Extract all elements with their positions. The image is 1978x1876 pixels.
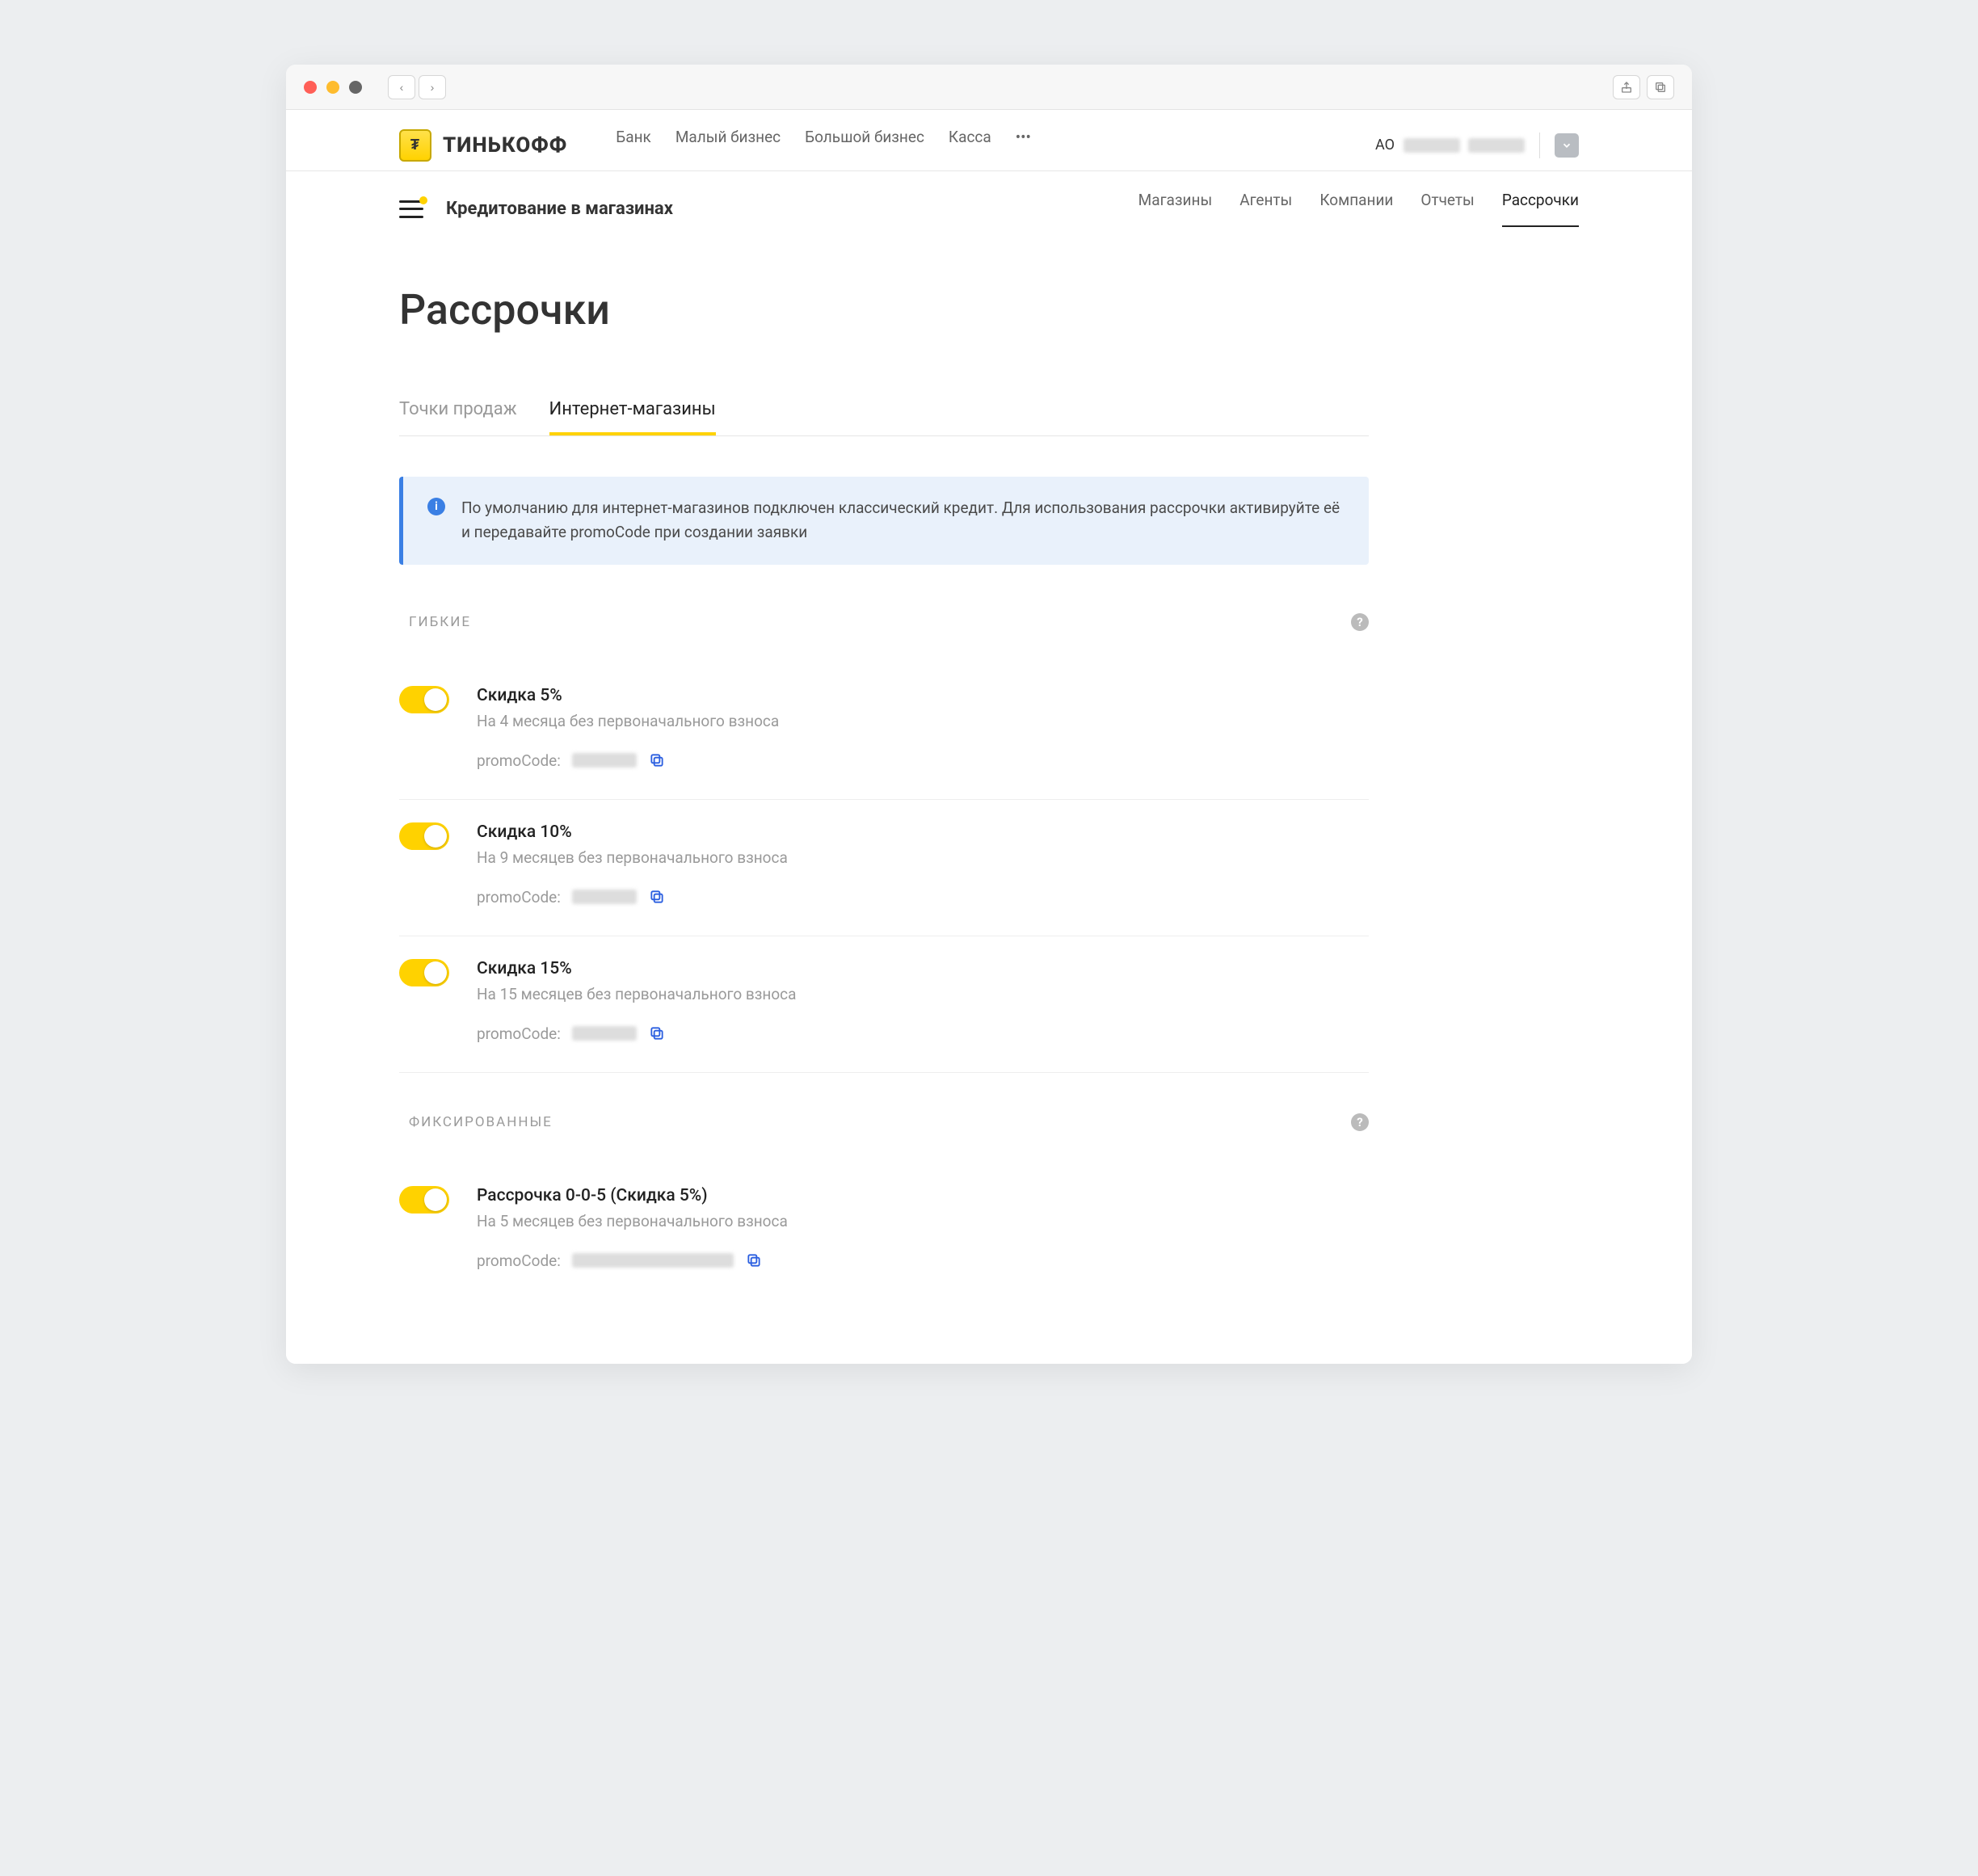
plan-row: Рассрочка 0-0-5 (Скидка 5%) На 5 месяцев… [399, 1163, 1369, 1299]
tab-points-of-sale[interactable]: Точки продаж [399, 399, 517, 435]
plan-subtitle: На 4 месяца без первоначального взноса [477, 712, 1369, 730]
help-icon[interactable]: ? [1351, 1113, 1369, 1131]
promo-code-redacted [572, 1026, 637, 1041]
sub-navigation: Кредитование в магазинах Магазины Агенты… [286, 171, 1692, 237]
plan-toggle[interactable] [399, 1186, 449, 1214]
plan-title: Скидка 15% [477, 959, 1369, 978]
titlebar-right [1613, 75, 1674, 99]
subnav-link-reports[interactable]: Отчеты [1420, 191, 1474, 227]
section-header-flexible: ГИБКИЕ ? [399, 613, 1369, 631]
copy-button[interactable] [648, 888, 666, 906]
info-banner-text: По умолчанию для интернет-магазинов подк… [461, 496, 1345, 545]
info-icon: i [427, 498, 445, 515]
plan-toggle[interactable] [399, 959, 449, 986]
maximize-window-button[interactable] [349, 81, 362, 94]
section-label-flexible: ГИБКИЕ [409, 614, 471, 630]
plan-toggle[interactable] [399, 686, 449, 713]
copy-button[interactable] [745, 1251, 763, 1269]
plan-toggle[interactable] [399, 822, 449, 850]
browser-window: ‹ › ₮ ТИНЬКОФФ Банк Малый бизнес Большой… [286, 65, 1692, 1364]
promo-label: promoCode: [477, 1251, 561, 1270]
topnav-link-small-business[interactable]: Малый бизнес [675, 128, 781, 162]
brand-name: ТИНЬКОФФ [443, 133, 567, 158]
page-tabs: Точки продаж Интернет-магазины [399, 399, 1369, 436]
page-body: Рассрочки Точки продаж Интернет-магазины… [286, 237, 1692, 1364]
account-dropdown-button[interactable] [1555, 133, 1579, 158]
plan-title: Скидка 5% [477, 686, 1369, 705]
promo-label: promoCode: [477, 751, 561, 770]
back-button[interactable]: ‹ [388, 75, 415, 99]
promo-row: promoCode: [477, 888, 1369, 906]
close-window-button[interactable] [304, 81, 317, 94]
tab-online-stores[interactable]: Интернет-магазины [549, 399, 716, 435]
page-title: Рассрочки [399, 285, 1369, 334]
promo-code-redacted [572, 1253, 734, 1268]
copy-button[interactable] [648, 1024, 666, 1042]
promo-label: promoCode: [477, 888, 561, 906]
subnav-links: Магазины Агенты Компании Отчеты Рассрочк… [1138, 191, 1579, 227]
window-titlebar: ‹ › [286, 65, 1692, 110]
logo-badge-icon: ₮ [399, 129, 431, 162]
subnav-link-agents[interactable]: Агенты [1239, 191, 1292, 227]
plan-title: Скидка 10% [477, 822, 1369, 842]
subnav-title: Кредитование в магазинах [446, 199, 673, 219]
menu-button[interactable] [399, 200, 423, 218]
subnav-link-companies[interactable]: Компании [1319, 191, 1393, 227]
plan-title: Рассрочка 0-0-5 (Скидка 5%) [477, 1186, 1369, 1205]
plan-subtitle: На 9 месяцев без первоначального взноса [477, 848, 1369, 867]
info-banner: i По умолчанию для интернет-магазинов по… [399, 477, 1369, 565]
topnav-link-bank[interactable]: Банк [616, 128, 651, 162]
account-label: АО [1375, 137, 1525, 154]
account-area: АО [1375, 132, 1579, 158]
minimize-window-button[interactable] [326, 81, 339, 94]
copy-button[interactable] [648, 751, 666, 769]
topnav-more-button[interactable]: ••• [1016, 128, 1031, 162]
brand-logo[interactable]: ₮ ТИНЬКОФФ [399, 129, 567, 162]
plan-subtitle: На 15 месяцев без первоначального взноса [477, 985, 1369, 1003]
help-icon[interactable]: ? [1351, 613, 1369, 631]
promo-code-redacted [572, 890, 637, 904]
topnav-link-kassa[interactable]: Касса [949, 128, 991, 162]
tabs-button[interactable] [1647, 75, 1674, 99]
forward-button[interactable]: › [419, 75, 446, 99]
topnav-links: Банк Малый бизнес Большой бизнес Касса •… [616, 128, 1031, 162]
account-divider [1539, 132, 1540, 158]
promo-label: promoCode: [477, 1024, 561, 1043]
share-button[interactable] [1613, 75, 1640, 99]
promo-row: promoCode: [477, 1024, 1369, 1043]
promo-code-redacted [572, 753, 637, 768]
subnav-link-stores[interactable]: Магазины [1138, 191, 1213, 227]
promo-row: promoCode: [477, 751, 1369, 770]
section-label-fixed: ФИКСИРОВАННЫЕ [409, 1114, 553, 1130]
topnav-link-big-business[interactable]: Большой бизнес [805, 128, 924, 162]
subnav-link-installments[interactable]: Рассрочки [1502, 191, 1579, 227]
plan-row: Скидка 5% На 4 месяца без первоначальног… [399, 663, 1369, 800]
traffic-lights [304, 81, 362, 94]
section-header-fixed: ФИКСИРОВАННЫЕ ? [399, 1113, 1369, 1131]
plan-row: Скидка 15% На 15 месяцев без первоначаль… [399, 936, 1369, 1073]
nav-arrows: ‹ › [388, 75, 446, 99]
top-navigation: ₮ ТИНЬКОФФ Банк Малый бизнес Большой биз… [286, 110, 1692, 171]
account-name-redacted [1404, 138, 1460, 153]
plan-subtitle: На 5 месяцев без первоначального взноса [477, 1212, 1369, 1230]
plan-row: Скидка 10% На 9 месяцев без первоначальн… [399, 800, 1369, 936]
notification-dot-icon [419, 196, 427, 204]
account-name-redacted-2 [1468, 138, 1525, 153]
promo-row: promoCode: [477, 1251, 1369, 1270]
